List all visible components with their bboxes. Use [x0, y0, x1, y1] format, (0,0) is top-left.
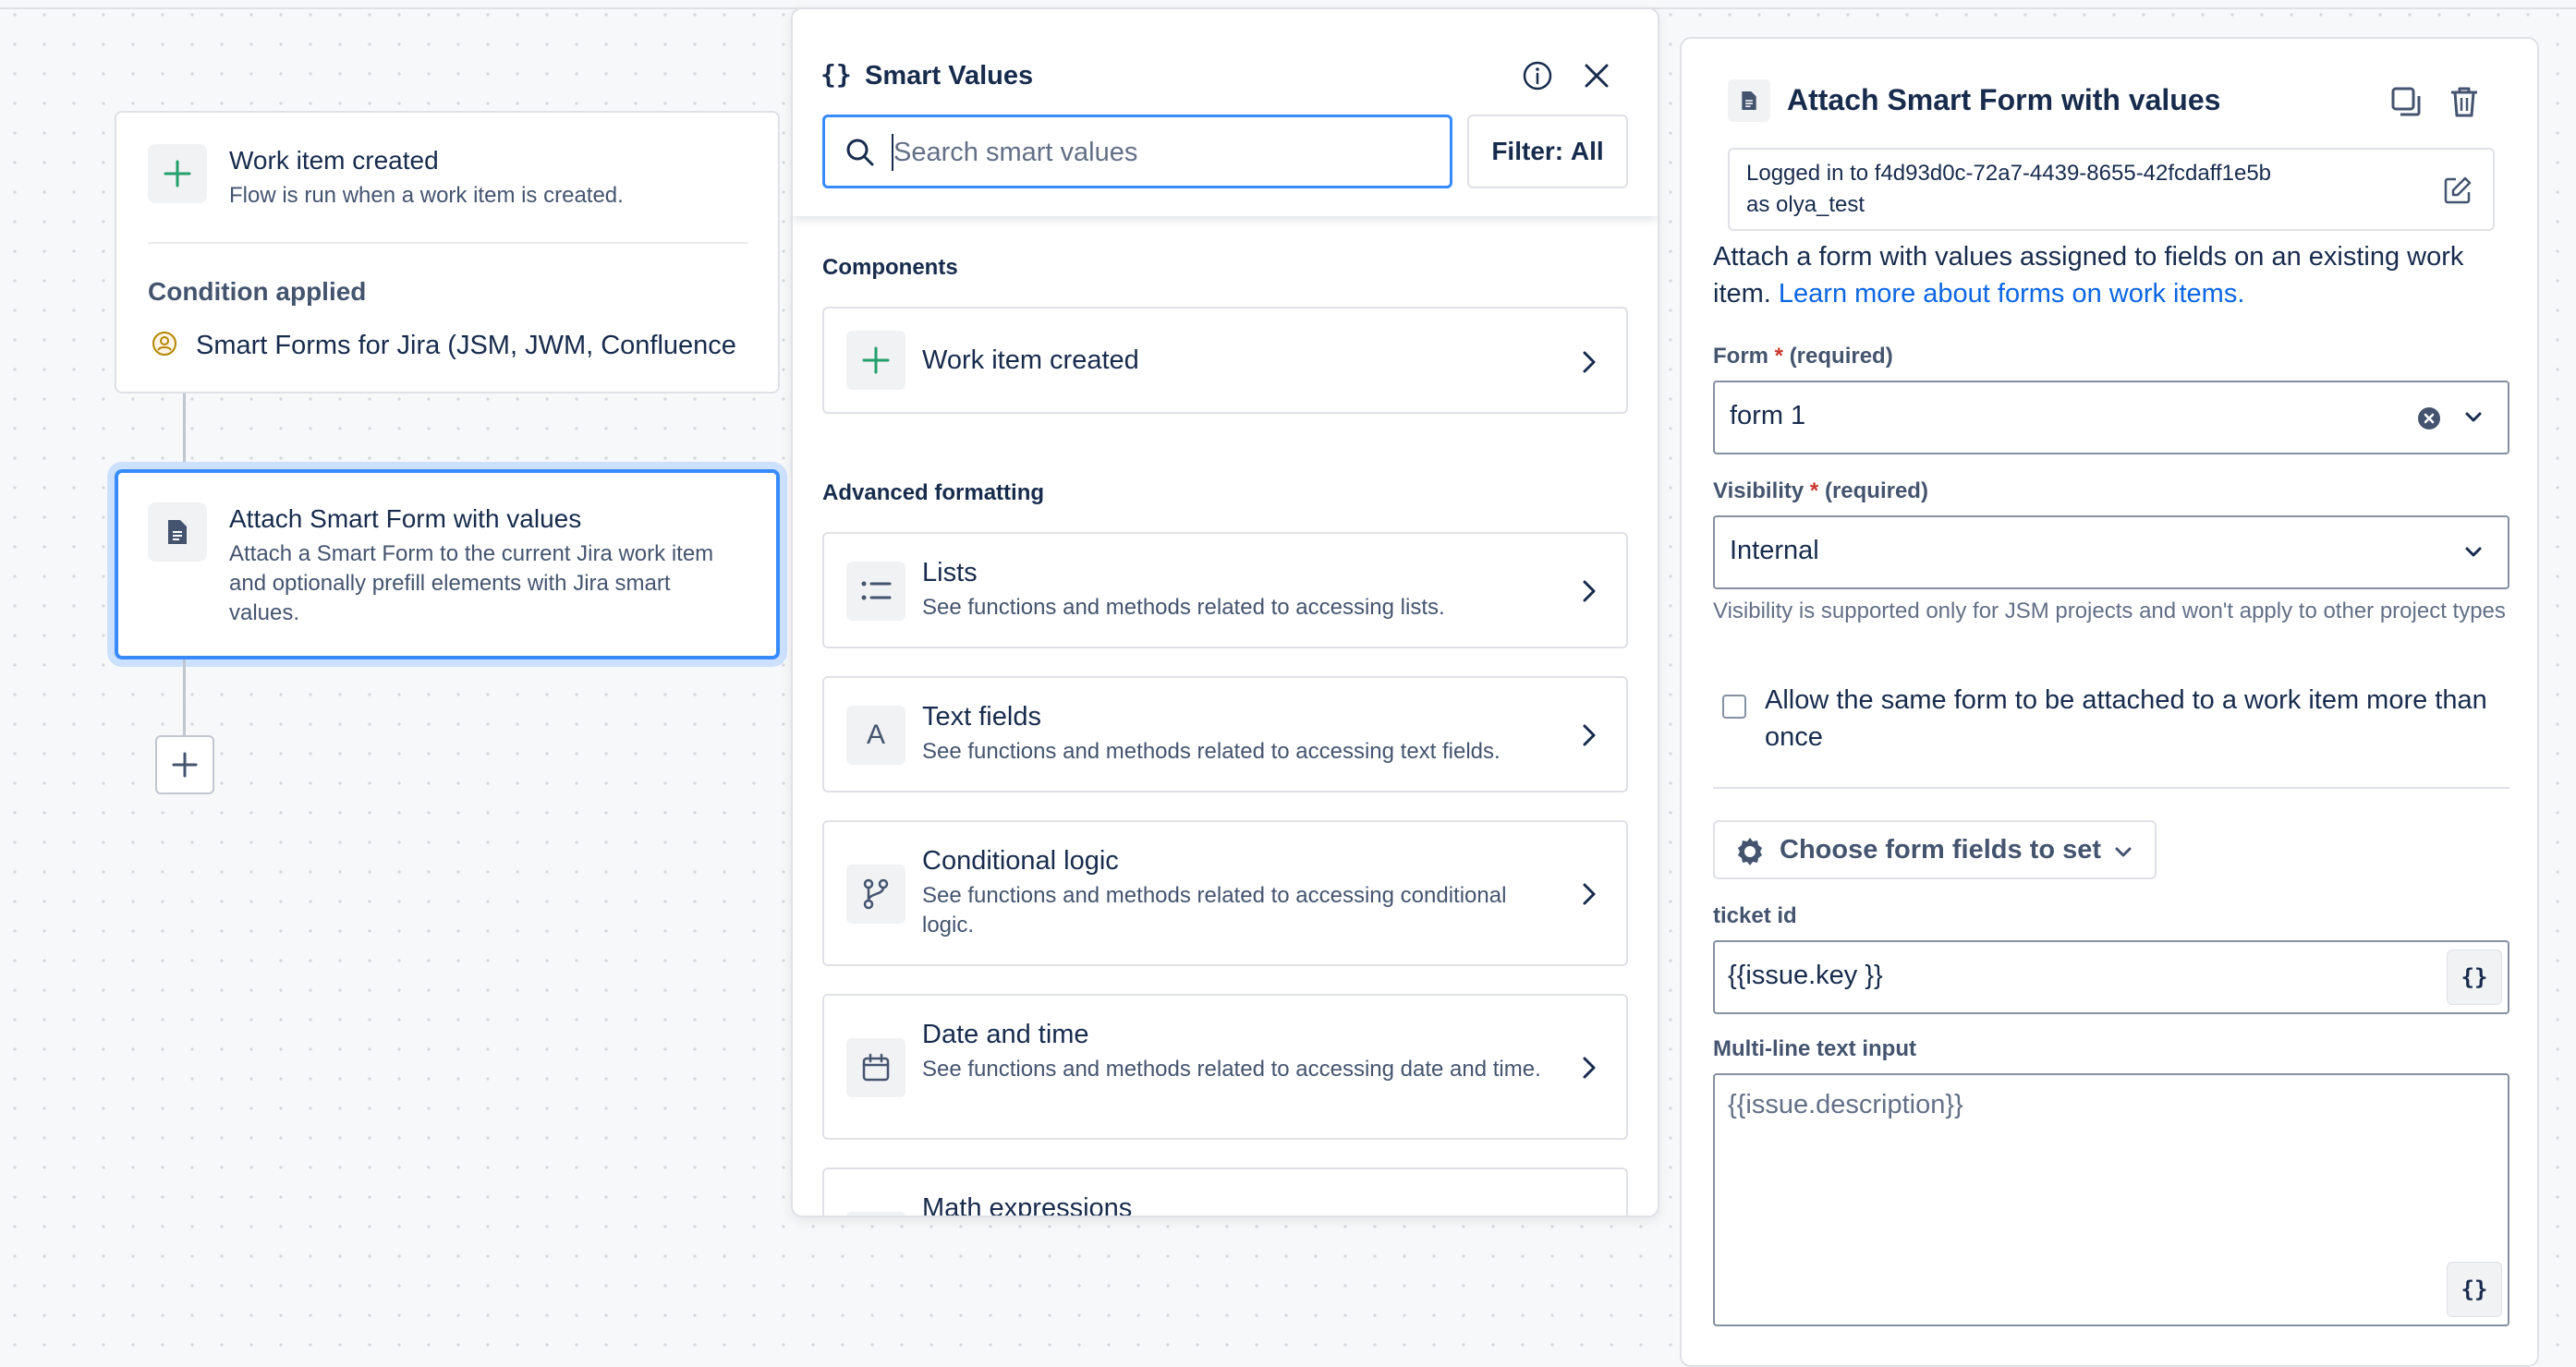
- sv-item-description: See functions and methods related to acc…: [922, 883, 1507, 938]
- config-description: Attach a form with values assigned to fi…: [1713, 238, 2517, 312]
- insert-smart-value-button[interactable]: {}: [2447, 950, 2502, 1005]
- sv-item-title: Work item created: [922, 345, 1139, 375]
- login-line-2: as olya_test: [1746, 192, 1865, 217]
- filter-button[interactable]: Filter: All: [1467, 115, 1628, 188]
- form-select[interactable]: form 1: [1713, 381, 2509, 454]
- visibility-label-text: Visibility: [1713, 478, 1804, 503]
- choose-form-fields-label: Choose form fields to set: [1780, 835, 2102, 865]
- action-config-panel: Attach Smart Form with values Logged in …: [1680, 37, 2539, 1367]
- search-input[interactable]: [892, 130, 1431, 175]
- trigger-card[interactable]: Work item created Flow is run when a wor…: [115, 111, 780, 393]
- text-caret: [892, 134, 893, 171]
- action-title: Attach Smart Form with values: [229, 504, 582, 533]
- trigger-subtitle: Flow is run when a work item is created.: [229, 183, 624, 208]
- visibility-select-value: Internal: [1730, 536, 1819, 565]
- math-icon: [846, 1212, 905, 1216]
- trigger-title: Work item created: [229, 146, 439, 175]
- plus-icon: [846, 331, 905, 390]
- choose-form-fields-button[interactable]: Choose form fields to set: [1713, 820, 2157, 879]
- sv-item-title: Conditional logic: [922, 846, 1119, 876]
- sv-item-description: See functions and methods related to acc…: [922, 1057, 1541, 1082]
- smart-values-header: {} Smart Values Filter: All: [793, 9, 1658, 216]
- divider: [148, 242, 748, 244]
- section-components: Components: [822, 255, 958, 280]
- ticket-id-value: {{issue.key }}: [1728, 961, 1883, 990]
- chevron-down-icon[interactable]: [2463, 545, 2484, 560]
- sv-item-title: Lists: [922, 558, 978, 587]
- gear-icon: [1733, 835, 1767, 868]
- calendar-icon: [846, 1038, 905, 1097]
- learn-more-link[interactable]: Learn more about forms on work items.: [1779, 279, 2244, 308]
- form-required-text: (required): [1789, 344, 1893, 369]
- plus-icon: [172, 752, 198, 778]
- visibility-required-text: (required): [1824, 478, 1928, 503]
- multiline-label: Multi-line text input: [1713, 1036, 1916, 1061]
- branch-icon: [846, 865, 905, 924]
- allow-duplicate-label: Allow the same form to be attached to a …: [1765, 685, 2487, 752]
- action-subtitle: Attach a Smart Form to the current Jira …: [229, 541, 714, 625]
- ticket-id-input[interactable]: {{issue.key }} {}: [1713, 940, 2509, 1014]
- sv-item-math-expressions[interactable]: Math expressions: [822, 1167, 1628, 1217]
- sv-item-description: See functions and methods related to acc…: [922, 595, 1445, 620]
- form-label-text: Form: [1713, 344, 1768, 369]
- add-step-button[interactable]: [155, 735, 214, 794]
- sv-item-title: Text fields: [922, 702, 1041, 732]
- flow-connector: [183, 659, 186, 735]
- sv-item-title: Math expressions: [922, 1193, 1133, 1217]
- config-title: Attach Smart Form with values: [1787, 83, 2221, 116]
- condition-title: Condition applied: [148, 277, 367, 306]
- smart-values-panel: {} Smart Values Filter: All Components W…: [791, 7, 1659, 1217]
- ticket-id-label: ticket id: [1713, 903, 1797, 928]
- search-icon: [845, 138, 875, 167]
- braces-icon: {}: [820, 59, 852, 90]
- filter-value: All: [1570, 137, 1604, 165]
- user-circle-icon: [152, 331, 177, 357]
- sv-item-title: Date and time: [922, 1020, 1089, 1049]
- smart-values-title: Smart Values: [865, 61, 1034, 91]
- text-icon: A: [846, 706, 905, 765]
- visibility-select[interactable]: Internal: [1713, 515, 2509, 589]
- document-icon: [1728, 79, 1770, 122]
- visibility-helper-text: Visibility is supported only for JSM pro…: [1713, 599, 2506, 623]
- chevron-down-icon[interactable]: [2463, 410, 2484, 425]
- close-icon[interactable]: [1578, 57, 1615, 94]
- chevron-right-icon: [1583, 1057, 1596, 1079]
- sv-item-text-fields[interactable]: A Text fields See functions and methods …: [822, 676, 1628, 792]
- multiline-text-input[interactable]: {{issue.description}} {}: [1713, 1073, 2509, 1326]
- sv-item-conditional-logic[interactable]: Conditional logic See functions and meth…: [822, 820, 1628, 966]
- action-card[interactable]: Attach Smart Form with values Attach a S…: [115, 469, 780, 659]
- info-icon[interactable]: [1519, 57, 1556, 94]
- insert-smart-value-button[interactable]: {}: [2447, 1262, 2502, 1317]
- form-label: Form * (required): [1713, 344, 1893, 369]
- chevron-down-icon: [2114, 846, 2132, 859]
- sv-item-lists[interactable]: Lists See functions and methods related …: [822, 532, 1628, 648]
- flow-connector: [183, 393, 186, 469]
- search-field[interactable]: [822, 115, 1452, 188]
- sv-item-date-and-time[interactable]: Date and time See functions and methods …: [822, 994, 1628, 1140]
- allow-duplicate-checkbox[interactable]: [1722, 695, 1746, 719]
- chevron-right-icon: [1583, 724, 1596, 746]
- list-icon: [846, 562, 905, 621]
- sv-item-description: See functions and methods related to acc…: [922, 739, 1501, 764]
- trash-icon[interactable]: [2448, 85, 2480, 118]
- edit-icon[interactable]: [2443, 175, 2473, 205]
- section-advanced-formatting: Advanced formatting: [822, 480, 1045, 505]
- login-line-1: Logged in to f4d93d0c-72a7-4439-8655-42f…: [1746, 161, 2272, 186]
- plus-icon: [148, 144, 207, 203]
- chevron-right-icon: [1583, 351, 1596, 373]
- document-icon: [148, 502, 207, 562]
- divider: [1713, 787, 2509, 789]
- duplicate-icon[interactable]: [2389, 85, 2423, 118]
- multiline-value: {{issue.description}}: [1728, 1090, 1963, 1119]
- connection-box: Logged in to f4d93d0c-72a7-4439-8655-42f…: [1728, 148, 2495, 231]
- chevron-right-icon: [1583, 580, 1596, 602]
- form-select-value: form 1: [1730, 401, 1806, 430]
- filter-label: Filter:: [1491, 137, 1564, 165]
- chevron-right-icon: [1583, 883, 1596, 905]
- condition-item: Smart Forms for Jira (JSM, JWM, Confluen…: [196, 331, 736, 360]
- clear-icon[interactable]: [2417, 406, 2441, 430]
- visibility-label: Visibility * (required): [1713, 478, 1928, 503]
- sv-item-work-item-created[interactable]: Work item created: [822, 307, 1628, 414]
